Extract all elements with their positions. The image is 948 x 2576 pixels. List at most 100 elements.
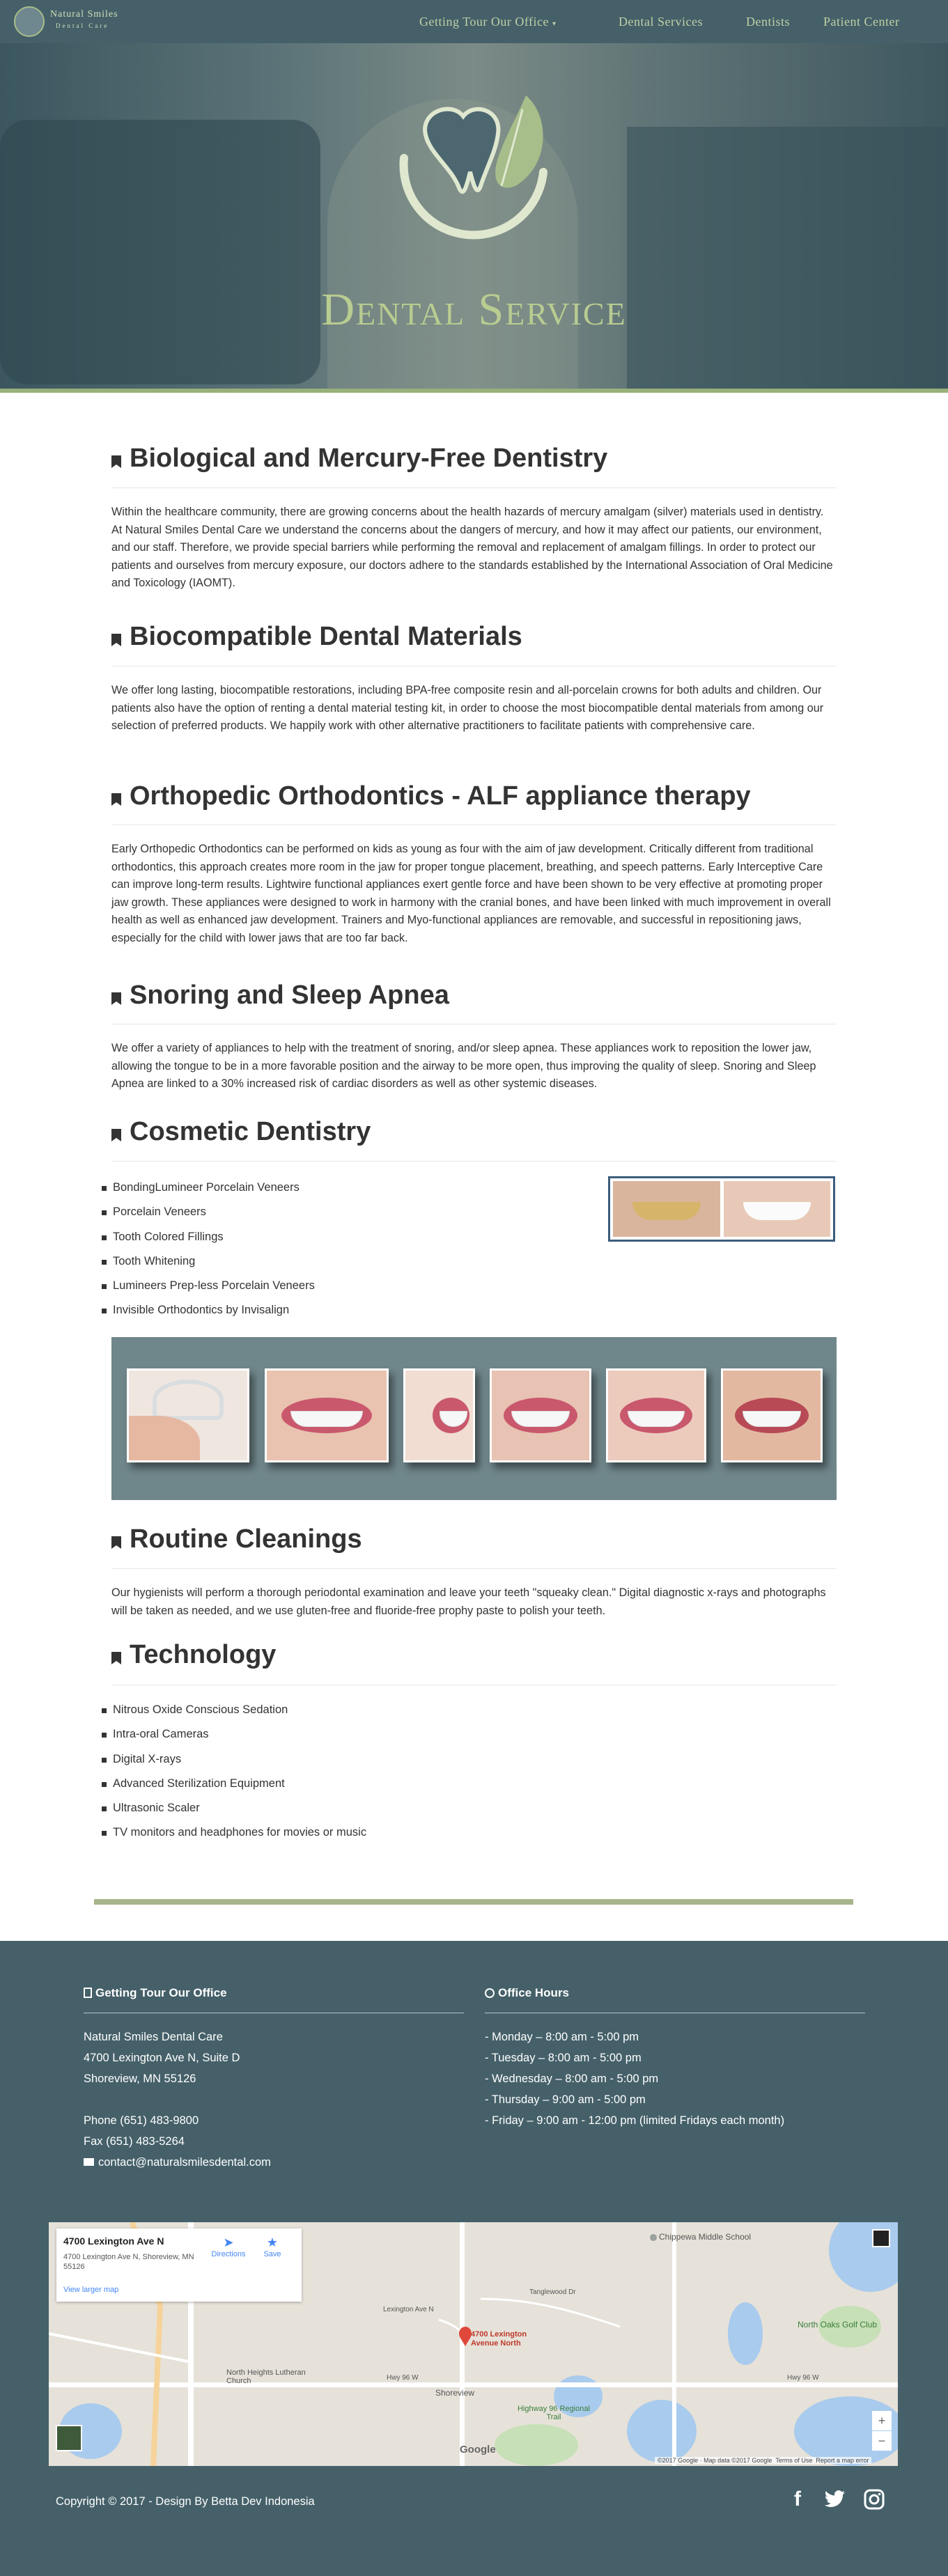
logo-subtitle: Dental Care — [56, 22, 109, 29]
list-item: Lumineers Prep-less Porcelain Veneers — [102, 1274, 315, 1298]
bookmark-icon — [111, 992, 121, 1005]
site-logo[interactable] — [14, 6, 45, 37]
section-title-biological: Biological and Mercury-Free Dentistry — [111, 444, 607, 474]
footer-office-heading: Getting Tour Our Office — [84, 1986, 227, 2000]
list-item: Nitrous Oxide Conscious Sedation — [102, 1698, 366, 1722]
before-after-smile-image — [608, 1176, 835, 1242]
hours-line: - Tuesday – 8:00 am - 5:00 pm — [485, 2052, 642, 2064]
map-label-church: North Heights Lutheran Church — [226, 2368, 306, 2385]
footer-office-name: Natural Smiles Dental Care — [84, 2031, 223, 2043]
top-navbar: Natural Smiles Dental Care Getting Tour … — [0, 0, 948, 43]
map-label-school: Chippewa Middle School — [659, 2232, 752, 2242]
clock-icon — [485, 1988, 495, 1998]
list-item: Ultrasonic Scaler — [102, 1796, 366, 1820]
list-item: Tooth Whitening — [102, 1249, 315, 1274]
building-icon — [84, 1988, 92, 1998]
map-directions-button[interactable]: ➤ Directions — [211, 2235, 246, 2258]
footer-address-line1: 4700 Lexington Ave N, Suite D — [84, 2052, 240, 2064]
map-report-link[interactable]: Report a map error — [816, 2457, 869, 2464]
footer-address-line2: Shoreview, MN 55126 — [84, 2072, 196, 2085]
section-title-orthopedic: Orthopedic Orthodontics - ALF appliance … — [111, 781, 751, 811]
section-text-orthopedic: Early Orthopedic Orthodontics can be per… — [111, 843, 831, 944]
nav-item-dental-services[interactable]: Dental Services — [619, 15, 703, 29]
map-zoom-out-button[interactable]: − — [872, 2431, 892, 2451]
star-icon: ★ — [266, 2235, 279, 2249]
map-card-title: 4700 Lexington Ave N — [63, 2235, 164, 2247]
bookmark-icon — [111, 634, 121, 646]
map-place-card: 4700 Lexington Ave N 4700 Lexington Ave … — [56, 2228, 302, 2302]
footer-hours-heading: Office Hours — [485, 1986, 569, 2000]
list-item: Porcelain Veneers — [102, 1200, 315, 1224]
map-google-logo: Google — [460, 2444, 496, 2456]
map-fullscreen-button[interactable] — [872, 2229, 890, 2247]
list-item: Invisible Orthodontics by Invisalign — [102, 1298, 315, 1322]
list-item: Intra-oral Cameras — [102, 1722, 366, 1747]
map-zoom-in-button[interactable]: + — [872, 2411, 892, 2430]
hours-line: - Friday – 9:00 am - 12:00 pm (limited F… — [485, 2114, 785, 2127]
section-text-biological: Within the healthcare community, there a… — [111, 506, 833, 589]
tooth-leaf-logo-icon — [399, 95, 547, 240]
nav-item-dentists[interactable]: Dentists — [746, 15, 790, 29]
section-title-snoring: Snoring and Sleep Apnea — [111, 981, 449, 1010]
caret-down-icon: ▾ — [552, 20, 557, 28]
logo-brand-name[interactable]: Natural Smiles — [50, 9, 118, 20]
gallery-image-smile[interactable] — [265, 1368, 389, 1462]
list-item: Advanced Sterilization Equipment — [102, 1772, 366, 1796]
footer-copyright: Copyright © 2017 - Design By Betta Dev I… — [56, 2495, 315, 2508]
bookmark-icon — [111, 455, 121, 468]
map-label-hwy96-west: Hwy 96 W — [387, 2374, 419, 2382]
instagram-icon[interactable] — [862, 2487, 887, 2512]
section-text-snoring: We offer a variety of appliances to help… — [111, 1042, 816, 1090]
google-map-embed[interactable]: Chippewa Middle School North Oaks Golf C… — [49, 2222, 898, 2466]
map-save-button[interactable]: ★ Save — [258, 2235, 286, 2258]
map-terms-link[interactable]: Terms of Use — [775, 2457, 812, 2464]
list-item: Tooth Colored Fillings — [102, 1225, 315, 1249]
before-smile-photo — [613, 1181, 720, 1237]
nav-item-getting-tour[interactable]: Getting Tour Our Office ▾ — [419, 15, 557, 29]
map-attribution: ©2017 Google · Map data ©2017 Google Ter… — [655, 2457, 872, 2464]
section-title-cosmetic: Cosmetic Dentistry — [111, 1117, 371, 1147]
directions-icon: ➤ — [223, 2235, 234, 2249]
bookmark-icon — [111, 793, 121, 806]
map-marker-label: 4700 Lexington Avenue North — [471, 2330, 527, 2348]
hero-banner: Dental Service — [0, 43, 948, 389]
cosmetic-list: BondingLumineer Porcelain Veneers Porcel… — [102, 1176, 315, 1323]
footer-email-link[interactable]: contact@naturalsmilesdental.com — [84, 2152, 271, 2173]
section-text-cleanings: Our hygienists will perform a thorough p… — [111, 1586, 826, 1617]
section-divider — [111, 1568, 837, 1569]
section-title-biocompatible: Biocompatible Dental Materials — [111, 622, 522, 652]
hours-line: - Thursday – 9:00 am - 5:00 pm — [485, 2093, 646, 2106]
list-item: TV monitors and headphones for movies or… — [102, 1820, 366, 1845]
technology-list: Nitrous Oxide Conscious Sedation Intra-o… — [102, 1698, 366, 1845]
footer-phone[interactable]: Phone (651) 483-9800 — [84, 2110, 199, 2131]
hours-line: - Wednesday – 8:00 am - 5:00 pm — [485, 2072, 659, 2085]
section-text-biocompatible: We offer long lasting, biocompatible res… — [111, 684, 824, 732]
hero-background-shape — [627, 127, 947, 389]
map-card-address: 4700 Lexington Ave N, Shoreview, MN 5512… — [63, 2253, 194, 2271]
map-label-hwy96-east: Hwy 96 W — [787, 2374, 819, 2382]
hours-line: - Monday – 8:00 am - 5:00 pm — [485, 2031, 639, 2043]
section-divider — [111, 487, 837, 488]
map-label-tanglewood: Tanglewood Dr — [529, 2288, 576, 2296]
bookmark-icon — [111, 1652, 121, 1664]
map-satellite-toggle[interactable] — [56, 2425, 82, 2451]
gallery-image-aligner[interactable] — [127, 1368, 249, 1462]
section-title-cleanings: Routine Cleanings — [111, 1524, 362, 1554]
facebook-icon[interactable]: f — [785, 2487, 810, 2512]
map-label-trail: Highway 96 Regional Trail — [518, 2405, 590, 2421]
map-label-lexington: Lexington Ave N — [383, 2306, 434, 2313]
gallery-image-smile[interactable] — [606, 1368, 706, 1462]
bookmark-icon — [111, 1129, 121, 1141]
nav-item-patient-center[interactable]: Patient Center — [823, 15, 899, 29]
gallery-image-smile[interactable] — [721, 1368, 823, 1462]
map-larger-map-link[interactable]: View larger map — [63, 2286, 118, 2294]
twitter-icon[interactable] — [822, 2487, 847, 2512]
map-label-golf: North Oaks Golf Club — [798, 2320, 878, 2329]
gallery-image-smile[interactable] — [490, 1368, 591, 1462]
gallery-image-profile[interactable] — [403, 1368, 475, 1462]
bookmark-icon — [111, 1536, 121, 1549]
footer-fax: Fax (651) 483-5264 — [84, 2135, 185, 2148]
section-title-technology: Technology — [111, 1640, 276, 1670]
hero-accent-bar — [0, 389, 948, 393]
list-item: Digital X-rays — [102, 1747, 366, 1772]
